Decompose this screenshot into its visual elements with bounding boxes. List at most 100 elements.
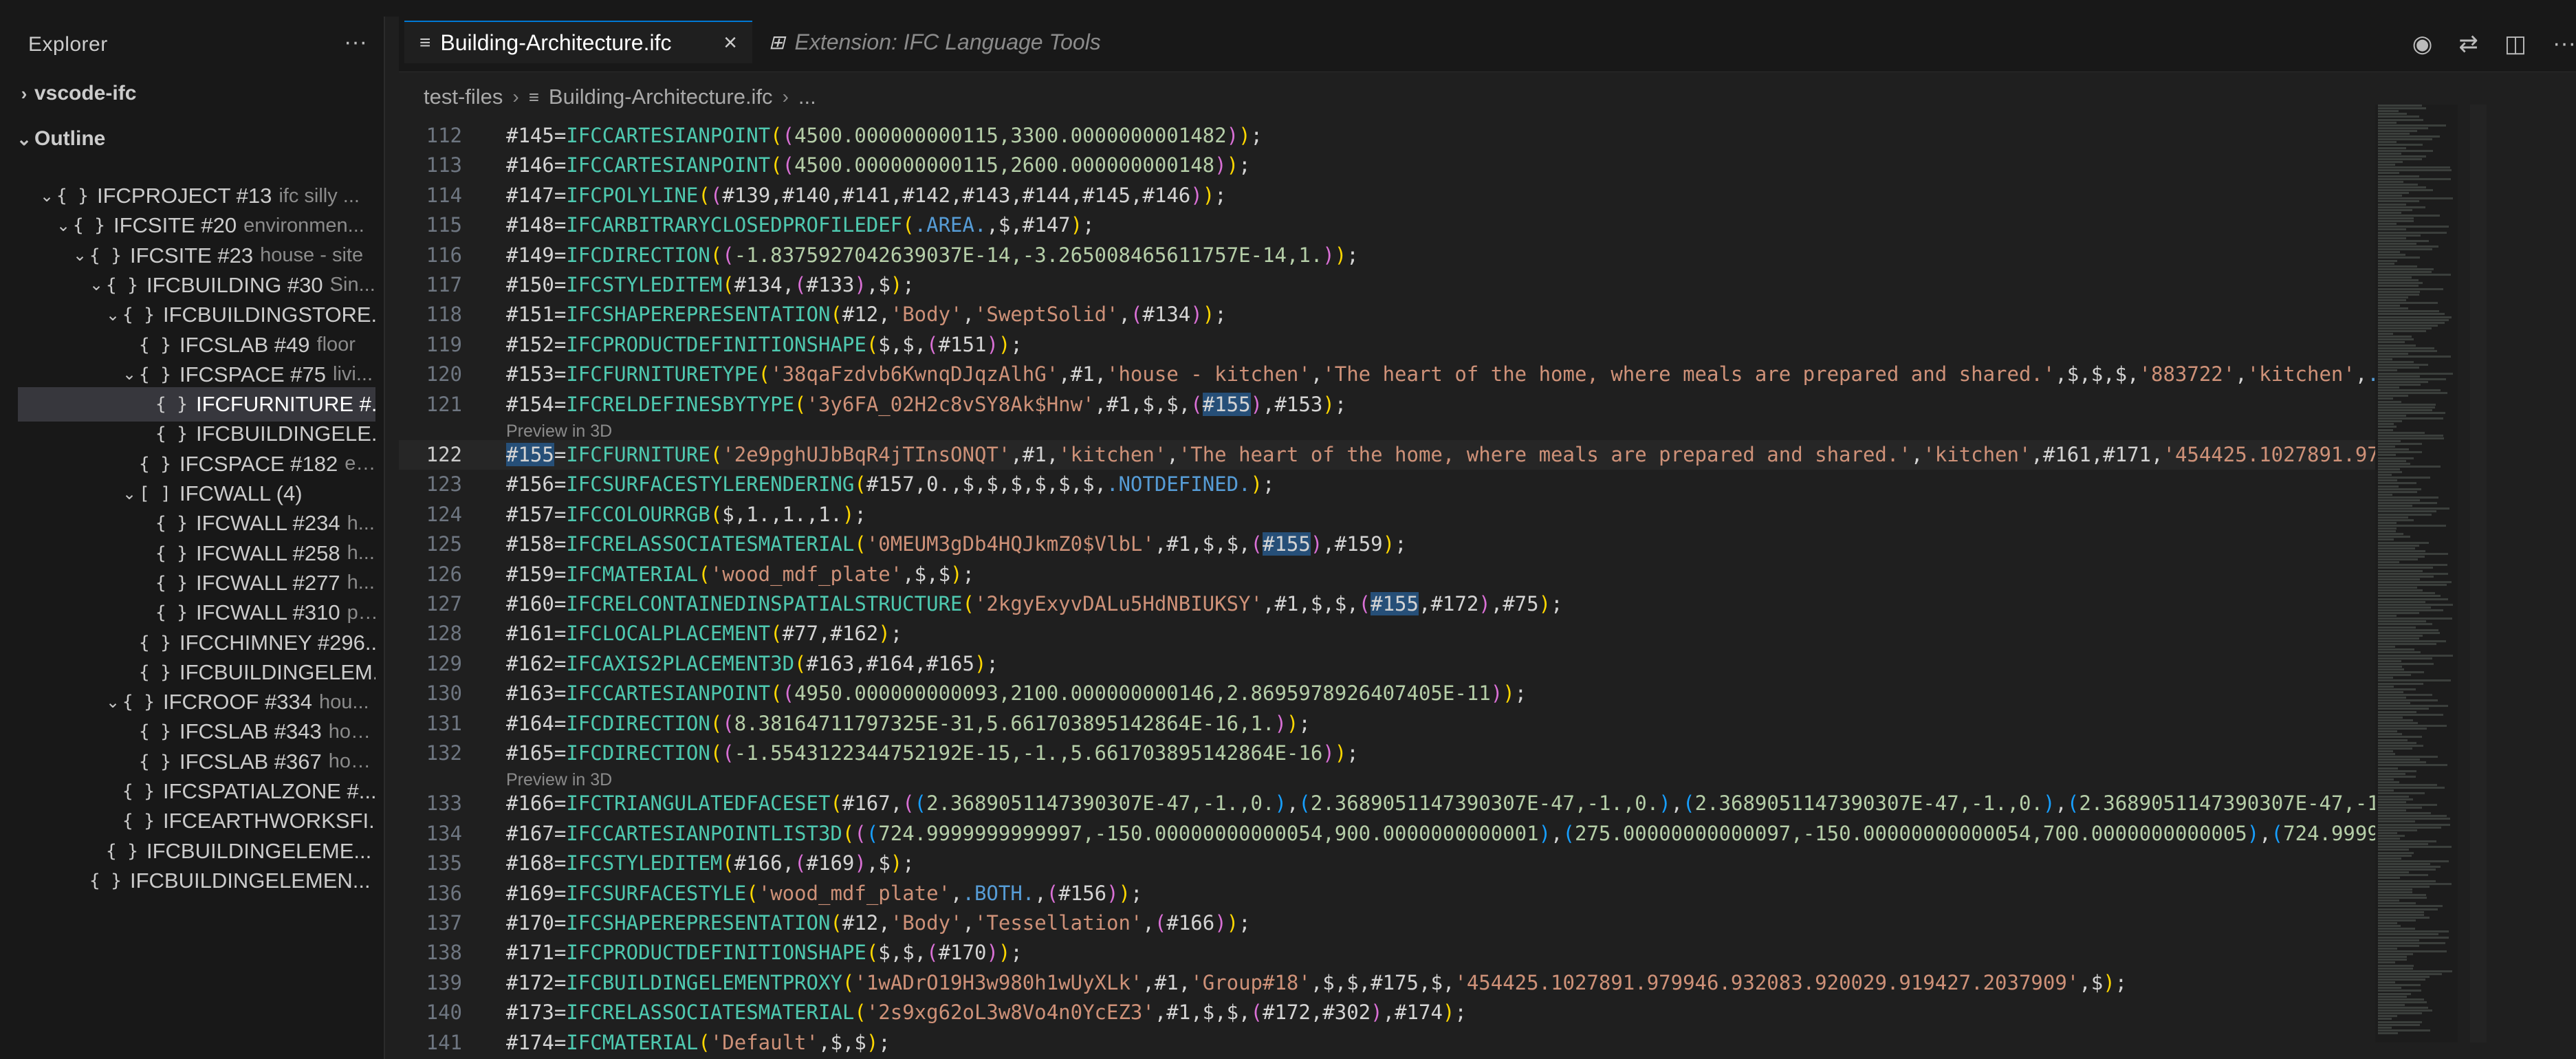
outline-section-header[interactable]: ⌄ Outline bbox=[14, 122, 377, 155]
chevron-down-icon[interactable]: ⌄ bbox=[37, 186, 56, 206]
code-token: ( bbox=[830, 911, 842, 935]
code-token: ( bbox=[746, 881, 758, 905]
code-line[interactable]: 118 #151=IFCSHAPEREPRESENTATION(#12,'Body… bbox=[399, 300, 2379, 329]
chevron-down-icon[interactable]: ⌄ bbox=[120, 484, 139, 504]
code-line[interactable]: 131 #164=IFCDIRECTION((8.38164711797325E-… bbox=[399, 709, 2379, 739]
code-line[interactable]: 128 #161=IFCLOCALPLACEMENT(#77,#162); bbox=[399, 619, 2379, 648]
more-actions-icon[interactable]: ··· bbox=[2553, 30, 2576, 58]
minimap-line bbox=[2378, 417, 2443, 420]
code-token: ) bbox=[854, 851, 866, 875]
code-line[interactable]: 122 #155=IFCFURNITURE('2e9pghUJbBqR4jTIns… bbox=[399, 440, 2379, 470]
minimap-line bbox=[2378, 874, 2428, 877]
code-line[interactable]: 133 #166=IFCTRIANGULATEDFACESET(#167,((2.… bbox=[399, 789, 2379, 818]
minimap-line bbox=[2378, 894, 2427, 896]
minimap-line bbox=[2378, 668, 2404, 670]
chevron-down-icon[interactable]: ⌄ bbox=[87, 275, 106, 295]
code-line[interactable]: 126 #159=IFCMATERIAL('wood_mdf_plate',$,$… bbox=[399, 560, 2379, 589]
split-editor-icon[interactable]: ◫ bbox=[2504, 30, 2526, 58]
codelens-preview-3d[interactable]: Preview in 3D bbox=[506, 421, 612, 441]
code-line[interactable]: 119 #152=IFCPRODUCTDEFINITIONSHAPE($,$,(#… bbox=[399, 330, 2379, 360]
preview-eye-icon[interactable]: ◉ bbox=[2412, 30, 2433, 58]
code-line[interactable]: 130 #163=IFCCARTESIANPOINT((4950.00000000… bbox=[399, 679, 2379, 708]
code-line[interactable]: 141 #174=IFCMATERIAL('Default',$,$); bbox=[399, 1028, 2379, 1058]
minimap-line bbox=[2378, 849, 2409, 851]
code-line[interactable]: 114 #147=IFCPOLYLINE((#139,#140,#141,#142… bbox=[399, 181, 2379, 210]
chevron-down-icon[interactable]: ⌄ bbox=[103, 692, 122, 712]
minimap-line bbox=[2378, 764, 2448, 767]
object-icon: { } bbox=[139, 453, 171, 474]
code-line[interactable]: 137 #170=IFCSHAPEREPRESENTATION(#12,'Body… bbox=[399, 908, 2379, 938]
codelens-preview-3d[interactable]: Preview in 3D bbox=[506, 769, 612, 790]
minimap-line bbox=[2378, 713, 2443, 716]
close-icon[interactable]: × bbox=[723, 30, 737, 56]
minimap-line bbox=[2378, 189, 2434, 191]
minimap-line bbox=[2378, 439, 2401, 442]
object-icon: { } bbox=[155, 543, 188, 564]
minimap-line bbox=[2378, 454, 2396, 457]
minimap-line bbox=[2378, 502, 2438, 505]
vertical-scrollbar[interactable] bbox=[2470, 105, 2487, 1042]
breadcrumb-folder[interactable]: test-files bbox=[424, 85, 503, 109]
minimap-line bbox=[2378, 457, 2414, 459]
minimap-line bbox=[2378, 998, 2424, 1001]
minimap-line bbox=[2378, 634, 2423, 637]
code-line[interactable]: 125 #158=IFCRELASSOCIATESMATERIAL('0MEUM3… bbox=[399, 530, 2379, 559]
breadcrumb-file[interactable]: Building-Architecture.ifc bbox=[549, 85, 773, 109]
minimap-line bbox=[2378, 237, 2407, 239]
minimap-line bbox=[2378, 744, 2423, 747]
code-line[interactable]: 113 #146=IFCCARTESIANPOINT((4500.00000000… bbox=[399, 151, 2379, 180]
code-line[interactable]: 127 #160=IFCRELCONTAINEDINSPATIALSTRUCTUR… bbox=[399, 589, 2379, 619]
minimap-line bbox=[2378, 169, 2452, 172]
code-token: #153= bbox=[506, 362, 567, 386]
chevron-down-icon[interactable]: ⌄ bbox=[54, 216, 73, 236]
code-token: #156 bbox=[1058, 881, 1107, 905]
code-line[interactable]: 115 #148=IFCARBITRARYCLOSEDPROFILEDEF(.AR… bbox=[399, 210, 2379, 240]
minimap-line bbox=[2378, 274, 2451, 276]
code-line[interactable]: 120 #153=IFCFURNITURETYPE('38qaFzdvb6Kwnq… bbox=[399, 360, 2379, 389]
code-line[interactable]: 112 #145=IFCCARTESIANPOINT((4500.00000000… bbox=[399, 121, 2379, 151]
code-token: ,#153 bbox=[1263, 392, 1323, 416]
code-line[interactable]: 124 #157=IFCCOLOURRGB($,1.,1.,1.); bbox=[399, 500, 2379, 530]
code-line[interactable]: 134 #167=IFCCARTESIANPOINTLIST3D(((724.99… bbox=[399, 819, 2379, 849]
chevron-down-icon[interactable]: ⌄ bbox=[70, 245, 89, 265]
code-line[interactable]: 136 #169=IFCSURFACESTYLE('wood_mdf_plate'… bbox=[399, 879, 2379, 908]
code-line[interactable]: 117 #150=IFCSTYLEDITEM(#134,(#133),$); bbox=[399, 270, 2379, 300]
tab-extension-ifc-language-tools[interactable]: ⊞ Extension: IFC Language Tools bbox=[754, 21, 1150, 63]
minimap-line bbox=[2378, 902, 2416, 905]
code-line[interactable]: 116 #149=IFCDIRECTION((-1.837592704263903… bbox=[399, 241, 2379, 270]
outline-item[interactable]: { } IFCBUILDINGELEMEN... bbox=[18, 864, 375, 898]
chevron-down-icon[interactable]: ⌄ bbox=[120, 364, 139, 384]
code-text: #161=IFCLOCALPLACEMENT(#77,#162); bbox=[506, 619, 902, 648]
code-token: #172= bbox=[506, 970, 567, 994]
minimap-line bbox=[2378, 352, 2408, 355]
workspace-section-header[interactable]: › vscode-ifc bbox=[14, 77, 377, 110]
breadcrumb-more[interactable]: ... bbox=[798, 85, 816, 109]
code-line[interactable]: 129 #162=IFCAXIS2PLACEMENT3D(#163,#164,#1… bbox=[399, 649, 2379, 679]
code-line[interactable]: 138 #171=IFCPRODUCTDEFINITIONSHAPE($,$,(#… bbox=[399, 938, 2379, 968]
code-token: ) bbox=[1106, 881, 1119, 905]
minimap-line bbox=[2378, 899, 2400, 902]
code-line[interactable]: 121 #154=IFCRELDEFINESBYTYPE('3y6FA_02H2c… bbox=[399, 390, 2379, 419]
code-line[interactable]: 123 #156=IFCSURFACESTYLERENDERING(#157,0.… bbox=[399, 470, 2379, 499]
minimap-line bbox=[2378, 979, 2425, 981]
tab-building-architecture[interactable]: ≡ Building-Architecture.ifc × bbox=[404, 21, 752, 63]
minimap[interactable] bbox=[2375, 105, 2458, 1042]
code-line[interactable]: 139 #172=IFCBUILDINGELEMENTPROXY('1wADrO1… bbox=[399, 968, 2379, 998]
code-token: IFCSURFACESTYLERENDERING bbox=[566, 472, 855, 496]
code-token: #154= bbox=[506, 392, 567, 416]
more-actions-icon[interactable]: ··· bbox=[344, 29, 367, 56]
compare-icon[interactable]: ⇄ bbox=[2458, 30, 2478, 58]
code-token: ) bbox=[1382, 532, 1395, 556]
code-token: ( bbox=[710, 711, 723, 735]
code-editor[interactable]: 112 #145=IFCCARTESIANPOINT((4500.00000000… bbox=[399, 121, 2379, 1059]
minimap-line bbox=[2378, 471, 2402, 473]
chevron-down-icon[interactable]: ⌄ bbox=[103, 305, 122, 325]
minimap-line bbox=[2378, 254, 2406, 256]
code-line[interactable]: 140 #173=IFCRELASSOCIATESMATERIAL('2s9xg6… bbox=[399, 998, 2379, 1027]
code-token: ( bbox=[1250, 532, 1263, 556]
code-token: -1.5543122344752192E-15,-1.,5.6617038951… bbox=[734, 741, 1323, 765]
code-line[interactable]: 135 #168=IFCSTYLEDITEM(#166,(#169),$); bbox=[399, 849, 2379, 878]
code-line[interactable]: 132 #165=IFCDIRECTION((-1.554312234475219… bbox=[399, 739, 2379, 768]
minimap-line bbox=[2378, 426, 2397, 428]
outline-item-description: ifc silly ... bbox=[279, 184, 360, 207]
